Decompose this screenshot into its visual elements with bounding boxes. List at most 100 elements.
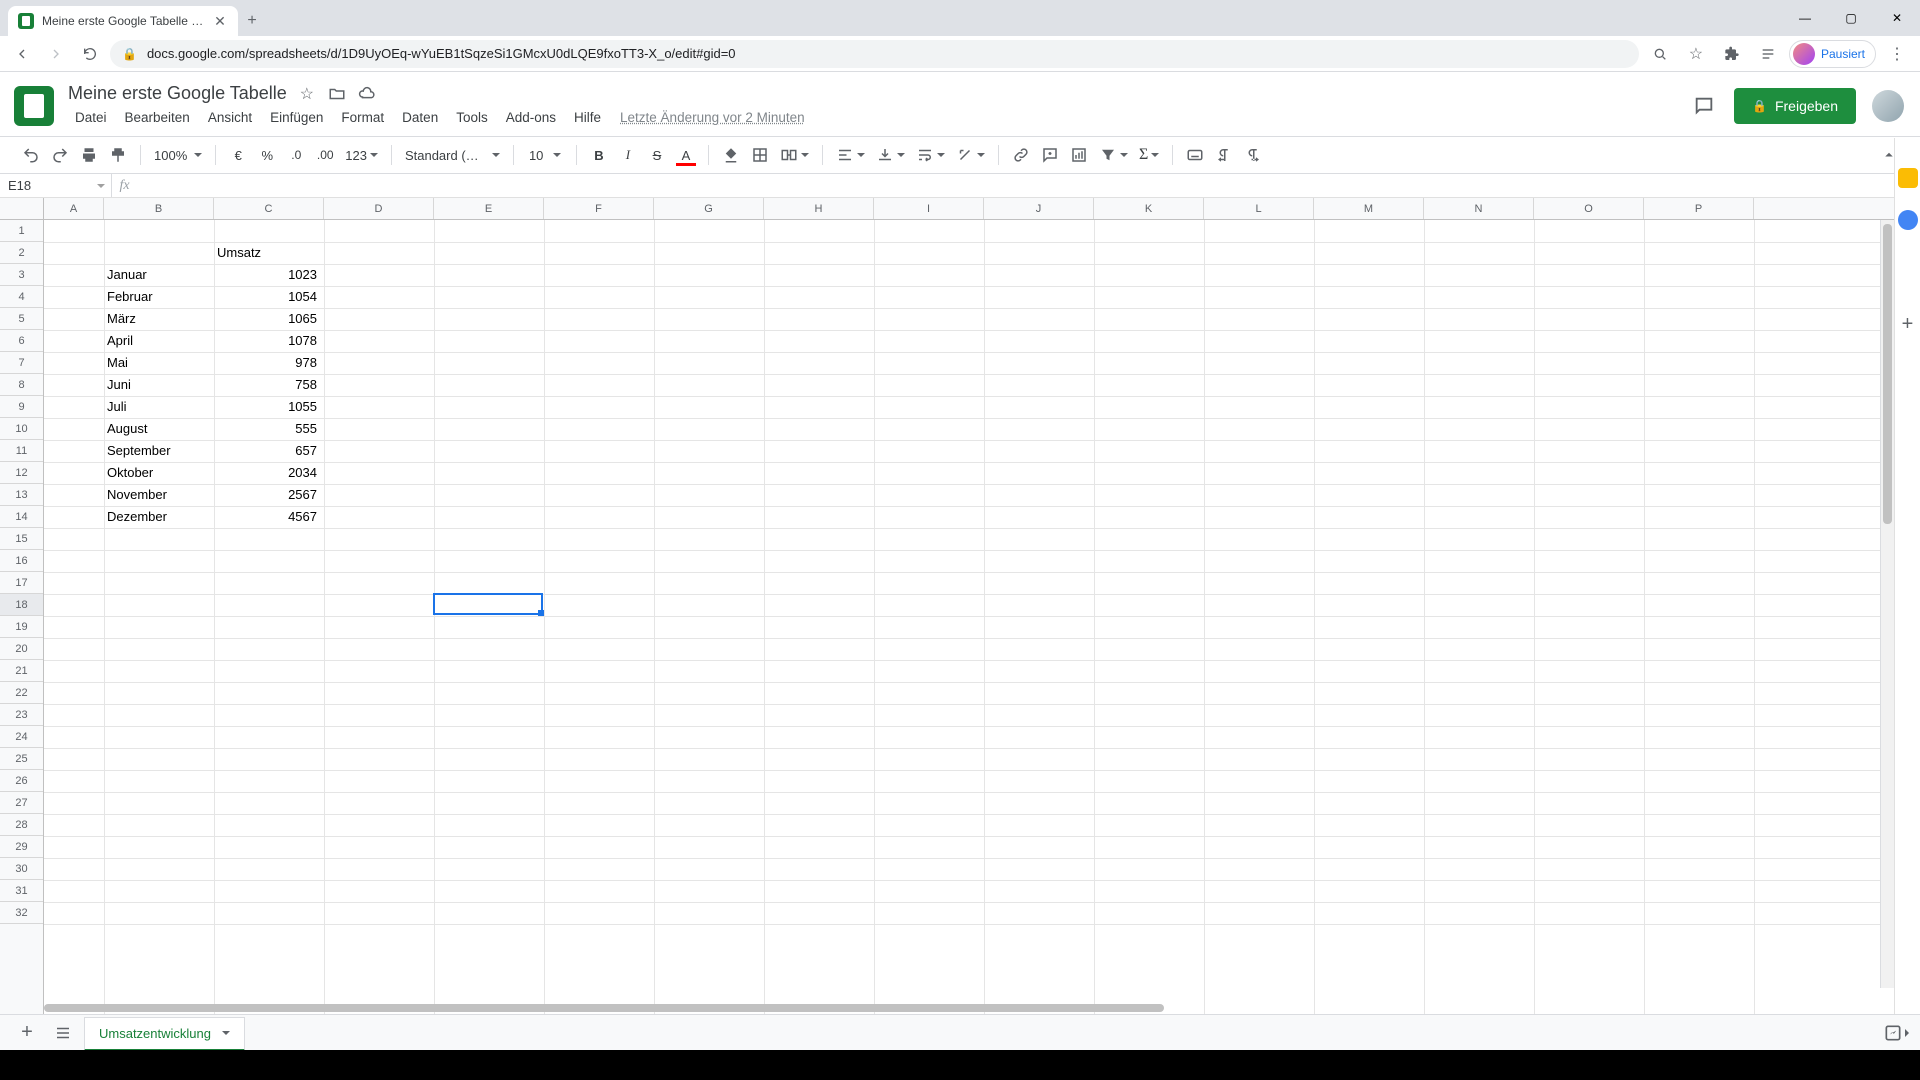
column-header[interactable]: K [1094, 198, 1204, 219]
menu-ansicht[interactable]: Ansicht [201, 106, 259, 129]
cell[interactable]: Juli [104, 396, 210, 418]
row-header[interactable]: 7 [0, 352, 43, 374]
extensions-icon[interactable] [1717, 40, 1747, 68]
column-header[interactable]: M [1314, 198, 1424, 219]
row-header[interactable]: 23 [0, 704, 43, 726]
cells-area[interactable]: UmsatzJanuar1023Februar1054März1065April… [44, 220, 1894, 1024]
column-header[interactable]: G [654, 198, 764, 219]
row-header[interactable]: 31 [0, 880, 43, 902]
cell[interactable]: April [104, 330, 210, 352]
increase-decimal-button[interactable]: .00 [312, 141, 338, 169]
cell[interactable]: Januar [104, 264, 210, 286]
row-header[interactable]: 4 [0, 286, 43, 308]
borders-icon[interactable] [747, 141, 773, 169]
row-header[interactable]: 29 [0, 836, 43, 858]
insert-chart-icon[interactable] [1066, 141, 1092, 169]
row-header[interactable]: 25 [0, 748, 43, 770]
print-icon[interactable] [76, 141, 102, 169]
fill-color-icon[interactable] [718, 141, 744, 169]
row-header[interactable]: 16 [0, 550, 43, 572]
row-header[interactable]: 19 [0, 616, 43, 638]
forward-icon[interactable] [42, 40, 70, 68]
text-rotation-icon[interactable] [952, 141, 989, 169]
row-header[interactable]: 3 [0, 264, 43, 286]
cell[interactable]: 657 [214, 440, 320, 462]
cell[interactable]: Mai [104, 352, 210, 374]
cell[interactable]: 978 [214, 352, 320, 374]
column-header[interactable]: E [434, 198, 544, 219]
menu-hilfe[interactable]: Hilfe [567, 106, 608, 129]
menu-datei[interactable]: Datei [68, 106, 114, 129]
cell[interactable]: August [104, 418, 210, 440]
column-header[interactable]: C [214, 198, 324, 219]
column-header[interactable]: A [44, 198, 104, 219]
reload-icon[interactable] [76, 40, 104, 68]
cell[interactable]: 4567 [214, 506, 320, 528]
strikethrough-button[interactable]: S [644, 141, 670, 169]
add-sheet-button[interactable]: + [12, 1018, 42, 1048]
row-header[interactable]: 10 [0, 418, 43, 440]
undo-icon[interactable] [18, 141, 44, 169]
omnibox[interactable]: 🔒 docs.google.com/spreadsheets/d/1D9UyOE… [110, 40, 1639, 68]
row-header[interactable]: 32 [0, 902, 43, 924]
vertical-align-icon[interactable] [872, 141, 909, 169]
row-header[interactable]: 11 [0, 440, 43, 462]
functions-sigma-icon[interactable]: Σ [1135, 141, 1163, 169]
font-size-dropdown[interactable]: 10 [523, 142, 567, 168]
row-header[interactable]: 2 [0, 242, 43, 264]
menu-bearbeiten[interactable]: Bearbeiten [118, 106, 197, 129]
text-color-button[interactable]: A [673, 141, 699, 169]
sheets-logo-icon[interactable] [14, 86, 54, 126]
rtl-text-icon[interactable] [1240, 141, 1266, 169]
cell[interactable]: Oktober [104, 462, 210, 484]
star-icon[interactable]: ☆ [297, 84, 317, 104]
filter-icon[interactable] [1095, 141, 1132, 169]
bookmark-star-icon[interactable]: ☆ [1681, 40, 1711, 68]
row-header[interactable]: 28 [0, 814, 43, 836]
vertical-scrollbar[interactable] [1880, 220, 1894, 988]
close-tab-icon[interactable]: ✕ [212, 13, 228, 29]
cell[interactable]: 1023 [214, 264, 320, 286]
cell[interactable]: September [104, 440, 210, 462]
column-header[interactable]: N [1424, 198, 1534, 219]
paint-format-icon[interactable] [105, 141, 131, 169]
cell[interactable]: Dezember [104, 506, 210, 528]
currency-button[interactable]: € [225, 141, 251, 169]
cell[interactable]: 1078 [214, 330, 320, 352]
cell[interactable]: Umsatz [214, 242, 320, 264]
row-header[interactable]: 17 [0, 572, 43, 594]
row-header[interactable]: 6 [0, 330, 43, 352]
row-header[interactable]: 15 [0, 528, 43, 550]
row-header[interactable]: 30 [0, 858, 43, 880]
row-header[interactable]: 24 [0, 726, 43, 748]
cell[interactable]: Februar [104, 286, 210, 308]
close-window-icon[interactable]: ✕ [1874, 0, 1920, 36]
insert-comment-icon[interactable] [1037, 141, 1063, 169]
cell[interactable]: November [104, 484, 210, 506]
cell[interactable]: März [104, 308, 210, 330]
side-panel-toggle-icon[interactable] [1892, 1018, 1920, 1048]
horizontal-align-icon[interactable] [832, 141, 869, 169]
comments-icon[interactable] [1690, 92, 1718, 120]
row-header[interactable]: 9 [0, 396, 43, 418]
account-avatar[interactable] [1872, 90, 1904, 122]
row-header[interactable]: 5 [0, 308, 43, 330]
text-wrap-icon[interactable] [912, 141, 949, 169]
cell[interactable]: 2567 [214, 484, 320, 506]
sheet-tab-menu-icon[interactable] [222, 1031, 230, 1035]
column-header[interactable]: B [104, 198, 214, 219]
column-header[interactable]: J [984, 198, 1094, 219]
insert-link-icon[interactable] [1008, 141, 1034, 169]
kebab-menu-icon[interactable]: ⋮ [1882, 40, 1912, 68]
row-header[interactable]: 27 [0, 792, 43, 814]
row-header[interactable]: 20 [0, 638, 43, 660]
row-header[interactable]: 8 [0, 374, 43, 396]
column-header[interactable]: L [1204, 198, 1314, 219]
menu-daten[interactable]: Daten [395, 106, 445, 129]
tasks-icon[interactable] [1898, 210, 1918, 230]
cell[interactable]: 758 [214, 374, 320, 396]
maximize-icon[interactable]: ▢ [1828, 0, 1874, 36]
column-header[interactable]: O [1534, 198, 1644, 219]
number-format-dropdown[interactable]: 123 [341, 141, 382, 169]
row-header[interactable]: 1 [0, 220, 43, 242]
